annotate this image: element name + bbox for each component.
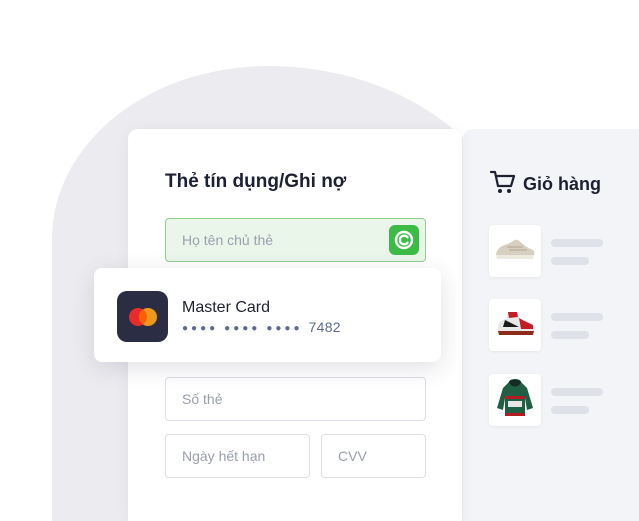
card-last-digits: 7482 (308, 319, 341, 335)
cart-header: Giỏ hàng (489, 169, 601, 200)
cvv-field[interactable]: CVV (321, 434, 426, 478)
saved-card-option[interactable]: Master Card ●●●● ●●●● ●●●● 7482 (94, 268, 441, 362)
masked-group: ●●●● (266, 323, 303, 334)
expiry-date-field[interactable]: Ngày hết hạn (165, 434, 310, 478)
cart-item-3-placeholder-line (551, 388, 603, 396)
cart-item-1-placeholder-line (551, 239, 603, 247)
card-number-placeholder: Số thẻ (182, 391, 223, 407)
shopping-cart-icon (489, 169, 517, 200)
cart-title: Giỏ hàng (523, 174, 601, 194)
cart-item-3-thumbnail[interactable] (489, 374, 541, 426)
card-number-field[interactable]: Số thẻ (165, 377, 426, 421)
cardholder-name-field[interactable]: Họ tên chủ thẻ (165, 218, 426, 262)
cardholder-name-placeholder: Họ tên chủ thẻ (182, 232, 274, 248)
card-brand-label: Master Card (182, 299, 271, 316)
autofill-icon[interactable] (389, 225, 419, 255)
expiry-date-placeholder: Ngày hết hạn (182, 448, 266, 464)
cart-panel: Giỏ hàng (463, 129, 639, 521)
cart-item-1-thumbnail[interactable] (489, 225, 541, 277)
cvv-placeholder: CVV (338, 448, 367, 464)
cart-item-3-placeholder-line (551, 406, 589, 414)
cart-item-2-placeholder-line (551, 313, 603, 321)
sneaker-beige-icon (493, 236, 537, 267)
masked-group: ●●●● (224, 323, 261, 334)
cart-item-1-placeholder-line (551, 257, 589, 265)
masked-group: ●●●● (182, 323, 219, 334)
mastercard-logo (117, 291, 168, 342)
masked-card-number: ●●●● ●●●● ●●●● 7482 (182, 319, 341, 335)
sneaker-red-black-icon (493, 308, 537, 343)
cart-item-2-thumbnail[interactable] (489, 299, 541, 351)
form-title: Thẻ tín dụng/Ghi nợ (165, 171, 347, 192)
cart-item-2-placeholder-line (551, 331, 589, 339)
hoodie-icon (493, 376, 537, 425)
